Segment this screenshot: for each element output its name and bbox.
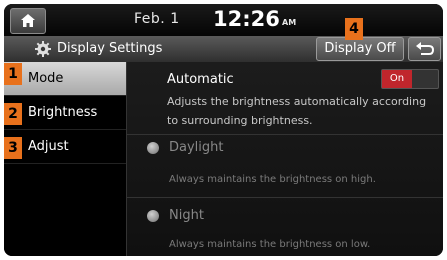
status-bar: Feb. 1 12:26 AM (4, 4, 443, 36)
home-button[interactable] (10, 8, 46, 34)
back-button[interactable] (408, 37, 441, 61)
page-title: Display Settings (57, 41, 163, 56)
title-bar: Display Settings Display Off (4, 36, 443, 62)
automatic-option-label: Automatic (167, 72, 234, 87)
divider (127, 197, 443, 198)
clock-ampm: AM (282, 18, 297, 27)
infotainment-screen: Feb. 1 12:26 AM Display Settings Display… (4, 4, 443, 256)
sidebar-item-mode[interactable]: Mode (4, 62, 126, 96)
date-text: Feb. 1 (134, 11, 180, 27)
night-description: Always maintains the brightness on low. (169, 239, 371, 250)
sidebar: Mode Brightness Adjust (4, 62, 126, 256)
toggle-on-label: On (382, 70, 412, 88)
display-off-button[interactable]: Display Off (316, 37, 404, 61)
daylight-radio[interactable] (147, 142, 159, 154)
callout-3: 3 (4, 137, 22, 159)
automatic-description: Adjusts the brightness automatically acc… (167, 95, 427, 127)
callout-2: 2 (4, 103, 22, 125)
daylight-description: Always maintains the brightness on high. (169, 174, 376, 185)
callout-4: 4 (345, 18, 363, 40)
divider (127, 134, 443, 135)
clock-time: 12:26 (213, 7, 280, 31)
automatic-toggle[interactable]: On (381, 69, 439, 89)
daylight-option-label[interactable]: Daylight (169, 140, 223, 155)
night-radio[interactable] (147, 210, 159, 222)
back-arrow-icon (416, 42, 435, 55)
callout-1: 1 (4, 63, 22, 85)
sidebar-item-brightness[interactable]: Brightness (4, 96, 126, 130)
settings-panel: Automatic On Adjusts the brightness auto… (126, 62, 443, 256)
home-icon (21, 14, 35, 27)
night-option-label[interactable]: Night (169, 208, 204, 223)
sidebar-item-adjust[interactable]: Adjust (4, 130, 126, 164)
gear-icon (35, 41, 51, 57)
